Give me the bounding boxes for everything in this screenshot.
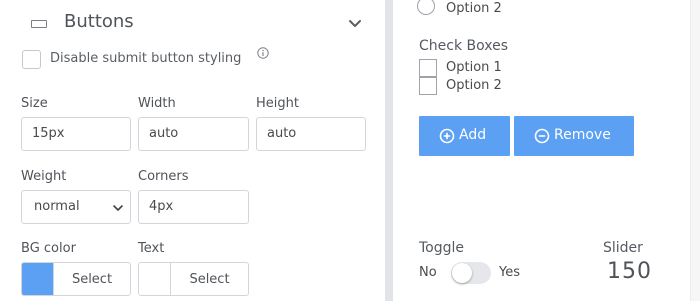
radio-option-2-label: Option 2 [446,1,502,16]
height-label: Height [256,96,299,111]
slider-title: Slider [603,240,643,256]
toggle-switch[interactable] [451,262,491,284]
bg-color-select-button[interactable]: Select [54,272,130,287]
preview-scrollbar[interactable] [690,0,700,301]
size-input[interactable]: 15px [21,117,131,151]
slider-value: 150 [607,259,652,284]
corners-input[interactable]: 4px [138,190,249,224]
add-button-label: Add [459,127,487,143]
text-color-swatch [139,263,171,295]
section-title: Buttons [64,11,134,32]
text-color-select-button[interactable]: Select [171,272,248,287]
bg-color-label: BG color [21,241,76,256]
text-color-label: Text [138,241,165,256]
remove-button-label: Remove [554,127,611,143]
radio-option-2[interactable] [417,0,435,15]
disable-styling-label: Disable submit button styling [50,51,242,66]
text-color-picker[interactable]: Select [138,262,249,296]
info-icon[interactable] [257,47,269,59]
width-input[interactable]: auto [138,117,249,151]
toggle-title: Toggle [419,240,465,256]
checkbox-option-1-label: Option 1 [446,60,502,75]
form-preview: Option 2 Check Boxes Option 1 Option 2 A… [393,0,700,301]
bg-color-swatch [22,263,54,295]
chevron-down-icon[interactable] [345,13,365,33]
toggle-knob [452,263,472,283]
button-settings-panel: Buttons Disable submit button styling Si… [0,0,385,301]
bg-color-picker[interactable]: Select [21,262,131,296]
checkbox-option-1[interactable] [419,59,437,77]
rectangle-icon [31,20,47,28]
plus-circle-icon [439,128,455,144]
toggle-off-label: No [419,265,437,280]
checkbox-option-2[interactable] [419,77,437,95]
toggle-on-label: Yes [499,265,520,280]
width-label: Width [138,96,176,111]
panel-divider[interactable] [385,0,393,301]
weight-label: Weight [21,169,67,184]
weight-select[interactable]: normal [21,190,131,224]
weight-select-value: normal [34,199,80,214]
checkboxes-title: Check Boxes [419,38,509,54]
size-label: Size [21,96,48,111]
chevron-down-icon [113,205,123,211]
buttons-section-header[interactable]: Buttons [22,8,372,38]
minus-circle-icon [534,128,550,144]
add-button[interactable]: Add [419,116,510,156]
corners-label: Corners [138,169,189,184]
height-input[interactable]: auto [256,117,366,151]
disable-styling-checkbox[interactable] [22,50,41,69]
checkbox-option-2-label: Option 2 [446,78,502,93]
remove-button[interactable]: Remove [514,116,634,156]
